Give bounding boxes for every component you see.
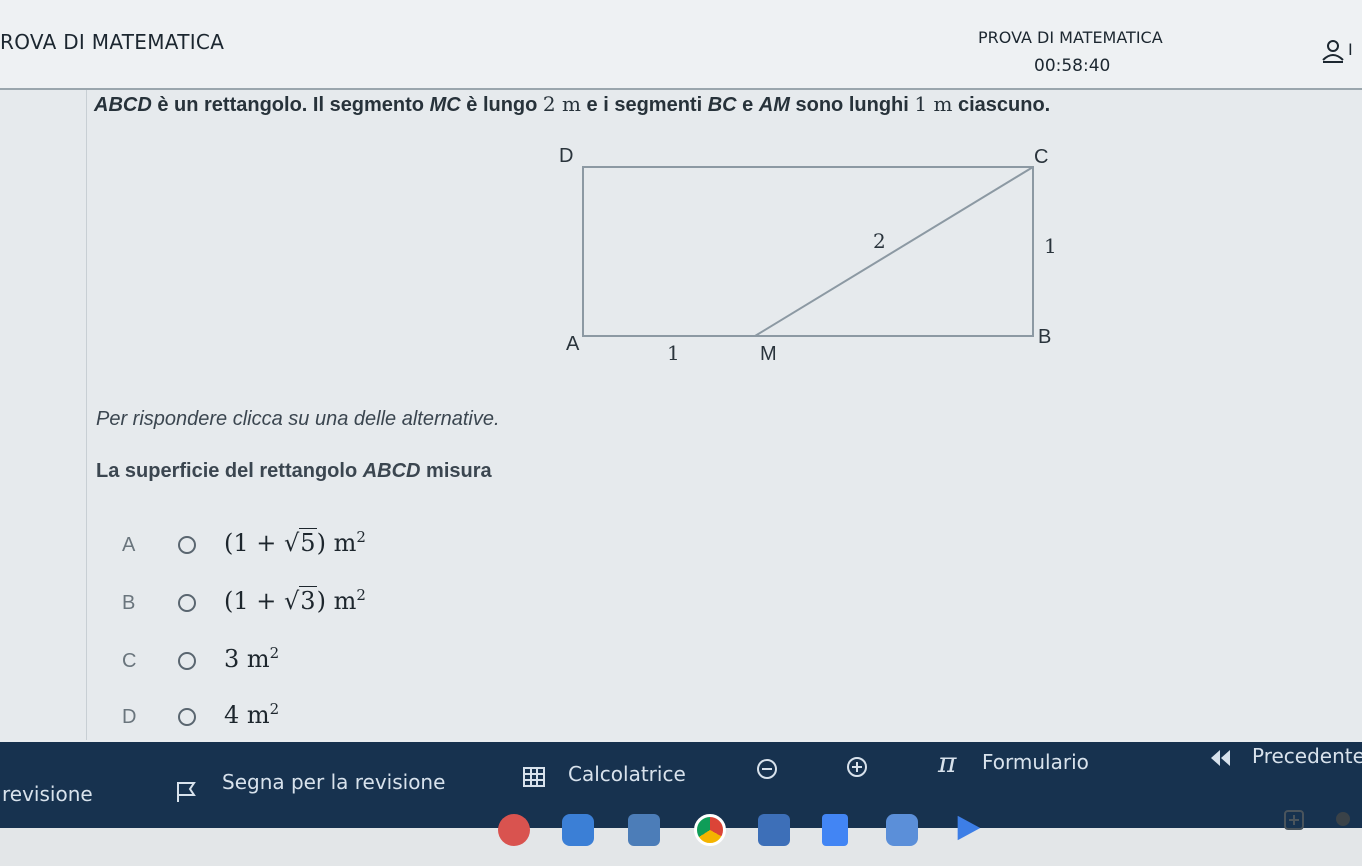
calendar-app-icon[interactable] xyxy=(758,814,790,846)
segment-mc xyxy=(754,166,1034,337)
option-d[interactable]: D 4 m2 xyxy=(118,698,518,738)
q-part: è un rettangolo. Il segmento xyxy=(151,94,430,116)
previous-icon[interactable] xyxy=(1208,748,1234,768)
q-part: è lungo xyxy=(460,94,543,116)
q-part: sono lunghi xyxy=(789,94,915,116)
page: ROVA DI MATEMATICA PROVA DI MATEMATICA 0… xyxy=(0,0,1362,866)
option-letter: B xyxy=(122,592,136,614)
chrome-app-icon[interactable] xyxy=(694,814,726,846)
option-text-pre: (1 + √ xyxy=(224,587,300,615)
label-c: C xyxy=(1034,146,1048,168)
option-radicand: 3 xyxy=(299,586,317,615)
exam-title: ROVA DI MATEMATICA xyxy=(0,30,225,54)
option-text-post: ) m xyxy=(316,587,357,615)
label-b: B xyxy=(1038,326,1051,348)
option-text: 4 m2 xyxy=(224,700,279,729)
radio-button[interactable] xyxy=(178,708,196,726)
user-name: I xyxy=(1348,40,1353,59)
q-part: ciascuno. xyxy=(952,94,1051,116)
exam-title-center: PROVA DI MATEMATICA xyxy=(978,28,1163,47)
option-exponent: 2 xyxy=(356,528,366,546)
option-text: (1 + √5) m2 xyxy=(224,528,366,557)
bottom-toolbar: revisione Segna per la revisione Calcola… xyxy=(0,742,1362,828)
q-1m: 1 m xyxy=(914,92,953,116)
option-b[interactable]: B (1 + √3) m2 xyxy=(118,584,518,624)
prompt-abcd: ABCD xyxy=(362,460,421,482)
revisione-button[interactable]: revisione xyxy=(2,782,93,806)
label-d: D xyxy=(559,145,573,167)
option-text: 3 m2 xyxy=(224,644,279,673)
q-abcd: ABCD xyxy=(94,94,152,116)
option-text-pre: (1 + √ xyxy=(224,529,300,557)
option-letter: A xyxy=(122,534,136,556)
option-text-pre: 3 m xyxy=(224,645,270,673)
option-letter: D xyxy=(122,706,137,728)
header: ROVA DI MATEMATICA PROVA DI MATEMATICA 0… xyxy=(0,0,1362,90)
q-bc: BC xyxy=(707,94,737,116)
instruction: Per rispondere clicca su una delle alter… xyxy=(96,408,500,430)
status-dot-icon[interactable] xyxy=(1334,810,1352,828)
screenshot-icon[interactable] xyxy=(1282,808,1306,832)
flag-icon[interactable] xyxy=(174,780,200,804)
label-mc-length: 2 xyxy=(873,229,886,253)
q-mc: MC xyxy=(429,94,461,116)
option-c[interactable]: C 3 m2 xyxy=(118,642,518,682)
label-m: M xyxy=(760,343,777,365)
zoom-in-icon[interactable] xyxy=(846,756,868,778)
camera-app-icon[interactable] xyxy=(886,814,918,846)
option-a[interactable]: A (1 + √5) m2 xyxy=(118,526,518,566)
radio-button[interactable] xyxy=(178,594,196,612)
calculator-button[interactable]: Calcolatrice xyxy=(568,762,686,786)
docs-app-icon[interactable] xyxy=(822,814,848,846)
rectangle-abcd xyxy=(582,166,1034,337)
radio-button[interactable] xyxy=(178,652,196,670)
left-divider xyxy=(86,90,87,740)
option-text: (1 + √3) m2 xyxy=(224,586,366,615)
option-text-post: ) m xyxy=(316,529,357,557)
previous-button[interactable]: Precedente xyxy=(1252,744,1362,768)
option-letter: C xyxy=(122,650,137,672)
palette-app-icon[interactable] xyxy=(498,814,530,846)
timer: 00:58:40 xyxy=(1034,56,1111,76)
option-exponent: 2 xyxy=(269,700,280,718)
mark-for-review-button[interactable]: Segna per la revisione xyxy=(222,770,445,794)
question-prompt: La superficie del rettangolo ABCD misura xyxy=(96,460,492,483)
files-app-icon[interactable] xyxy=(562,814,594,846)
prompt-part: La superficie del rettangolo xyxy=(96,460,363,482)
formulary-button[interactable]: Formulario xyxy=(982,750,1089,774)
option-radicand: 5 xyxy=(299,528,317,557)
option-text-pre: 4 m xyxy=(224,701,270,729)
prompt-part: misura xyxy=(420,460,492,482)
label-a: A xyxy=(566,333,580,355)
q-2m: 2 m xyxy=(542,92,581,116)
radio-button[interactable] xyxy=(178,536,196,554)
classroom-app-icon[interactable] xyxy=(628,814,660,846)
rectangle-figure: D C A B M 2 1 1 xyxy=(559,145,1057,365)
os-shelf xyxy=(0,828,1362,866)
pi-icon[interactable]: π xyxy=(938,746,956,779)
user-icon[interactable] xyxy=(1320,38,1346,64)
option-exponent: 2 xyxy=(356,586,366,604)
label-bc-length: 1 xyxy=(1044,234,1057,258)
question-text: ABCD è un rettangolo. Il segmento MC è l… xyxy=(94,92,1050,117)
q-part: e i segmenti xyxy=(580,94,708,116)
calculator-icon[interactable] xyxy=(522,766,546,788)
label-am-length: 1 xyxy=(667,341,680,365)
play-store-icon[interactable] xyxy=(952,812,984,844)
q-am: AM xyxy=(758,94,790,116)
q-part: e xyxy=(736,94,759,116)
option-exponent: 2 xyxy=(269,644,280,662)
zoom-out-icon[interactable] xyxy=(756,758,778,780)
